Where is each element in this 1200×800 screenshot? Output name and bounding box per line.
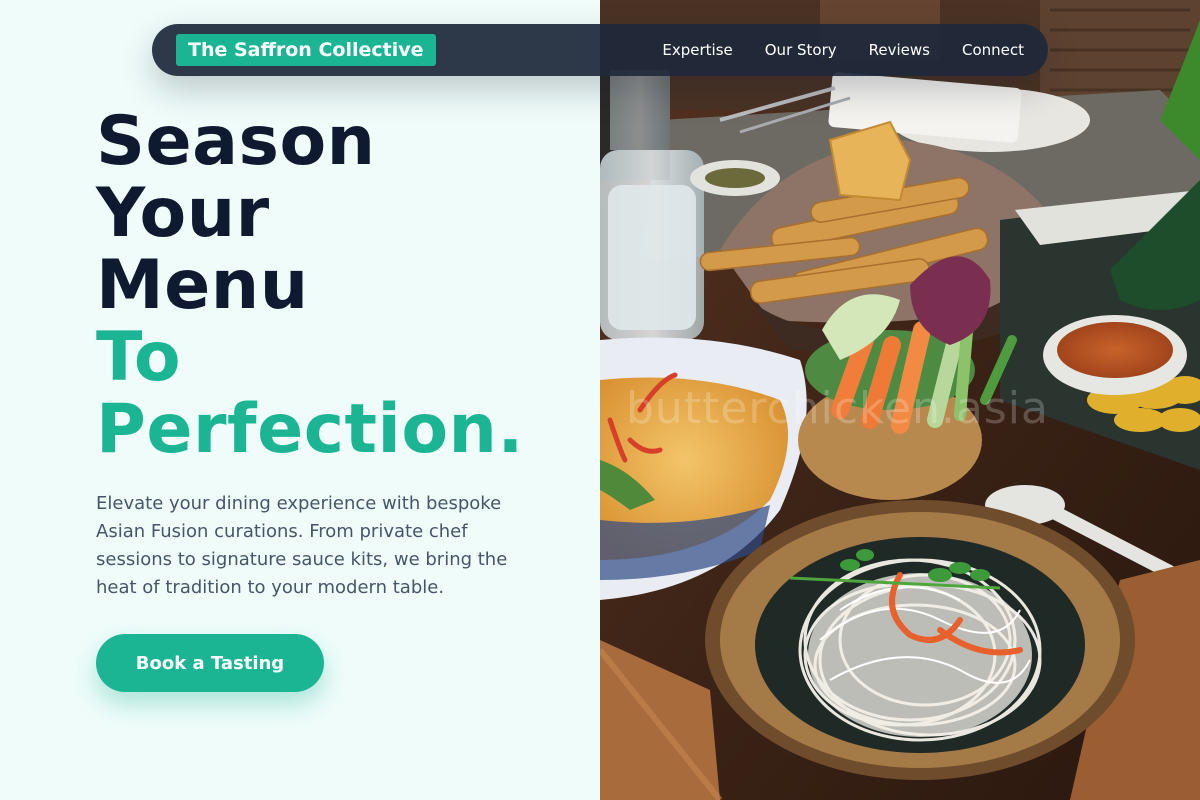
- headline-line-2: Your: [96, 174, 270, 253]
- nav-links: Expertise Our Story Reviews Connect: [662, 24, 1024, 76]
- brand-logo[interactable]: The Saffron Collective: [176, 34, 436, 66]
- hero-text-panel: Season Your Menu To Perfection. Elevate …: [0, 0, 600, 800]
- nav-link-reviews[interactable]: Reviews: [869, 41, 930, 59]
- nav-link-our-story[interactable]: Our Story: [765, 41, 837, 59]
- headline-line-1: Season: [96, 102, 376, 181]
- top-navbar: The Saffron Collective Expertise Our Sto…: [152, 24, 1048, 76]
- hero-description: Elevate your dining experience with besp…: [96, 493, 508, 598]
- hero-food-photo: [600, 0, 1200, 800]
- hero-headline: Season Your Menu To Perfection.: [96, 106, 524, 466]
- headline-line-3: Menu: [96, 246, 309, 325]
- page: Season Your Menu To Perfection. Elevate …: [0, 0, 1200, 800]
- headline-accent-line-2: Perfection.: [96, 390, 524, 469]
- headline-accent-line-1: To: [96, 318, 182, 397]
- food-table-illustration: [600, 0, 1200, 800]
- nav-link-expertise[interactable]: Expertise: [662, 41, 732, 59]
- book-tasting-button[interactable]: Book a Tasting: [96, 634, 324, 692]
- nav-link-connect[interactable]: Connect: [962, 41, 1024, 59]
